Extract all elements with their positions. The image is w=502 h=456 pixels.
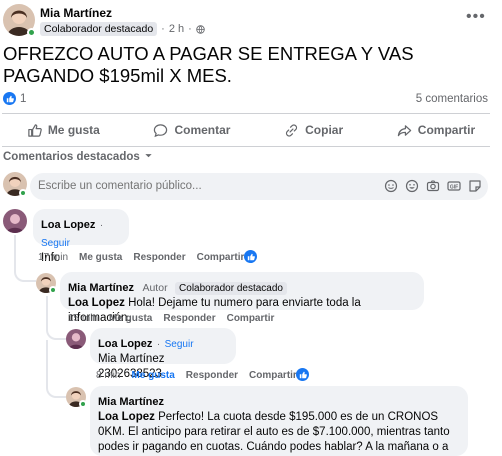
comment-bubble: Loa Lopez · Seguir Mia Martínez 23026385… — [90, 328, 236, 380]
follow-link[interactable]: Seguir — [41, 238, 70, 249]
comment-time[interactable]: 8 min — [96, 370, 120, 381]
emoji-icon[interactable] — [405, 179, 419, 193]
comment-bubble: Mia Martínez Autor Colaborador destacado… — [60, 272, 424, 324]
comment-reply-button[interactable]: Responder — [186, 370, 238, 381]
comment-share-button[interactable]: Compartir — [197, 252, 245, 263]
post-author-name[interactable]: Mia Martínez — [40, 6, 112, 20]
comment-header: Mia Martínez Autor Colaborador destacado — [68, 278, 416, 296]
comment-icon — [153, 123, 168, 138]
online-indicator — [49, 286, 57, 294]
comment-like-button[interactable]: Me gusta — [79, 252, 122, 263]
share-icon — [397, 123, 412, 138]
reply-avatar[interactable] — [66, 329, 86, 349]
like-reaction-icon[interactable] — [3, 92, 16, 105]
top-contributor-badge: Colaborador destacado — [40, 22, 158, 36]
online-indicator — [27, 28, 36, 37]
comment-bubble: Loa Lopez · Seguir Info — [33, 209, 129, 264]
mention-link[interactable]: Mia Martínez — [98, 353, 164, 365]
comment-header: Mia Martínez — [98, 392, 460, 410]
thread-connector — [46, 322, 66, 340]
mention-link[interactable]: Loa Lopez — [68, 297, 125, 309]
reactions-summary: 1 5 comentarios — [0, 90, 502, 108]
comment-header: Loa Lopez · Seguir — [41, 215, 121, 251]
post-header: Mia Martínez Colaborador destacado · 2 h… — [0, 0, 502, 40]
online-indicator — [79, 400, 87, 408]
follow-link[interactable]: Seguir — [165, 339, 194, 350]
post-time[interactable]: 2 h — [169, 23, 184, 35]
separator: · — [99, 220, 104, 231]
comment-time[interactable]: 15 min — [68, 313, 98, 324]
comments-count-link[interactable]: 5 comentarios — [416, 93, 488, 105]
mention-link[interactable]: Loa Lopez — [98, 411, 155, 423]
comment-header: Loa Lopez · Seguir — [98, 334, 228, 352]
author-tag: Autor — [142, 282, 168, 294]
comment-like-button[interactable]: Me gusta — [131, 370, 174, 381]
comment-input[interactable] — [38, 180, 338, 192]
like-reaction-icon[interactable] — [296, 368, 309, 381]
like-button-label: Me gusta — [47, 123, 100, 137]
comment-text: Loa Lopez Perfecto! La cuota desde $195.… — [98, 410, 460, 456]
comment-share-button[interactable]: Compartir — [249, 370, 297, 381]
online-indicator — [19, 189, 27, 197]
copy-icon — [284, 123, 299, 138]
divider — [2, 146, 490, 147]
separator: · — [156, 339, 161, 350]
meta-separator: · — [161, 23, 165, 35]
comment-like-button[interactable]: Me gusta — [109, 313, 152, 324]
comment-button-label: Comentar — [174, 123, 231, 137]
thumbs-up-icon — [27, 123, 42, 138]
comment-share-button[interactable]: Compartir — [227, 313, 275, 324]
comment-time[interactable]: 17 min — [38, 252, 68, 263]
chevron-down-icon — [144, 151, 153, 163]
share-button-label: Compartir — [417, 123, 476, 137]
thread-line — [14, 235, 16, 265]
comment-actions: 8 min Me gusta Responder Compartir — [96, 370, 297, 381]
thread-connector — [14, 262, 36, 282]
thread-line — [46, 340, 48, 384]
camera-icon[interactable] — [426, 179, 440, 193]
like-button[interactable]: Me gusta — [27, 123, 100, 138]
globe-icon — [196, 24, 205, 34]
comment-button[interactable]: Comentar — [153, 123, 230, 138]
post-text: OFREZCO AUTO A PAGAR SE ENTREGA Y VAS PA… — [3, 43, 414, 86]
divider — [2, 113, 490, 114]
reaction-count[interactable]: 1 — [20, 93, 26, 105]
comments-filter[interactable]: Comentarios destacados — [3, 151, 153, 163]
commenter-avatar[interactable] — [3, 209, 27, 233]
sticker-icon[interactable] — [468, 179, 482, 193]
composer-tools: GIF — [384, 179, 482, 193]
comment-author[interactable]: Loa Lopez — [98, 338, 152, 350]
meta-separator: · — [188, 23, 192, 35]
comment-author[interactable]: Mia Martínez — [98, 396, 164, 408]
gif-icon[interactable]: GIF — [447, 179, 461, 193]
comment-author[interactable]: Loa Lopez — [41, 219, 95, 231]
comments-filter-label: Comentarios destacados — [3, 151, 140, 163]
like-reaction-icon[interactable] — [244, 250, 257, 263]
comment-actions: 15 min Me gusta Responder Compartir — [68, 313, 274, 324]
copy-button[interactable]: Copiar — [284, 123, 343, 138]
share-button[interactable]: Compartir — [397, 123, 475, 138]
top-contributor-badge: Colaborador destacado — [175, 282, 287, 295]
more-options-icon[interactable]: ••• — [466, 8, 486, 26]
post-meta: Colaborador destacado · 2 h · — [40, 22, 205, 36]
comment-reply-button[interactable]: Responder — [163, 313, 215, 324]
comment-actions: 17 min Me gusta Responder Compartir — [38, 252, 244, 263]
comment-author[interactable]: Mia Martínez — [68, 282, 134, 294]
comment-reply-button[interactable]: Responder — [133, 252, 185, 263]
post-actions: Me gusta Comentar Copiar Compartir — [0, 117, 502, 143]
avatar-sticker-icon[interactable] — [384, 179, 398, 193]
svg-text:GIF: GIF — [450, 184, 458, 190]
comment-composer[interactable]: GIF — [30, 173, 488, 200]
copy-button-label: Copiar — [305, 123, 344, 137]
comment-bubble: Mia Martínez Loa Lopez Perfecto! La cuot… — [90, 386, 468, 456]
thread-connector — [46, 380, 66, 398]
